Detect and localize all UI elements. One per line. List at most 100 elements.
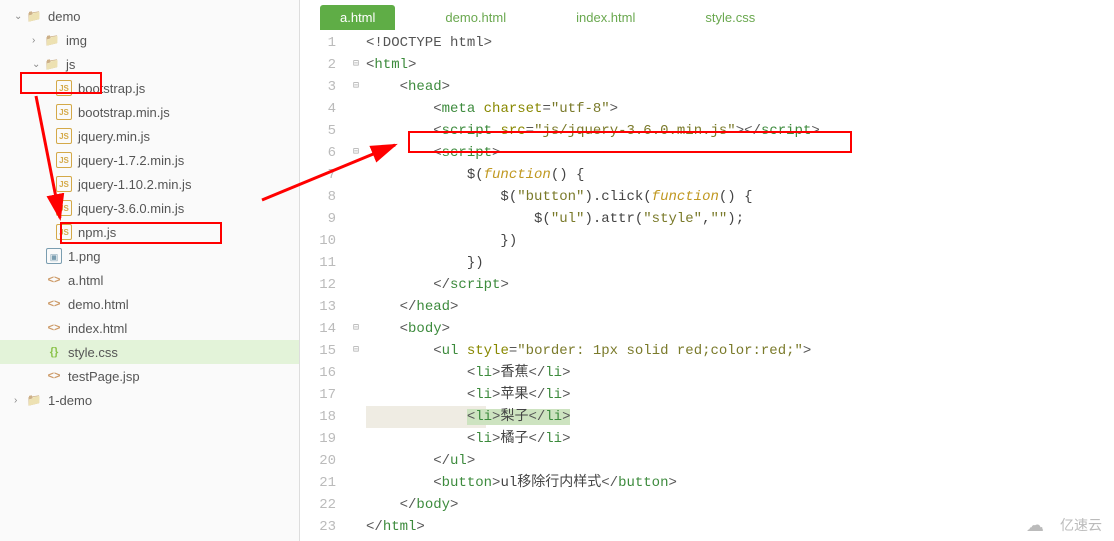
code-line-14[interactable]: <body>	[366, 318, 1114, 340]
line-number: 10	[300, 230, 336, 252]
line-number: 5	[300, 120, 336, 142]
line-number: 20	[300, 450, 336, 472]
fold-spacer	[346, 208, 366, 230]
line-number: 23	[300, 516, 336, 538]
fold-spacer	[346, 362, 366, 384]
tree-label: jquery-1.10.2.min.js	[78, 177, 191, 192]
js-icon	[56, 128, 72, 144]
code-line-1[interactable]: <!DOCTYPE html>	[366, 32, 1114, 54]
html-icon	[46, 296, 62, 312]
folder-icon	[26, 392, 42, 408]
fold-toggle-icon[interactable]: ⊟	[346, 54, 366, 76]
tree-item-bootstrap-min-js[interactable]: bootstrap.min.js	[0, 100, 299, 124]
chevron-down-icon[interactable]: ⌄	[14, 11, 24, 22]
code-line-10[interactable]: })	[366, 230, 1114, 252]
code-line-17[interactable]: <li>苹果</li>	[366, 384, 1114, 406]
fold-spacer	[346, 274, 366, 296]
line-number: 8	[300, 186, 336, 208]
tree-item-1-png[interactable]: 1.png	[0, 244, 299, 268]
line-number: 4	[300, 98, 336, 120]
code-line-18[interactable]: <li>梨子</li>	[366, 406, 1114, 428]
line-number: 22	[300, 494, 336, 516]
fold-gutter[interactable]: ⊟⊟⊟⊟⊟	[346, 30, 366, 541]
tree-label: style.css	[68, 345, 118, 360]
tree-item-js[interactable]: ⌄js	[0, 52, 299, 76]
code-line-3[interactable]: <head>	[366, 76, 1114, 98]
code-line-23[interactable]: </html>	[366, 516, 1114, 538]
fold-spacer	[346, 472, 366, 494]
line-number: 6	[300, 142, 336, 164]
code-line-20[interactable]: </ul>	[366, 450, 1114, 472]
tree-item-1-demo[interactable]: ›1-demo	[0, 388, 299, 412]
chevron-right-icon[interactable]: ›	[14, 395, 24, 406]
tree-label: testPage.jsp	[68, 369, 140, 384]
tab-index-html[interactable]: index.html	[556, 5, 655, 30]
tab-a-html[interactable]: a.html	[320, 5, 395, 30]
tree-item-style-css[interactable]: style.css	[0, 340, 299, 364]
code-line-8[interactable]: $("button").click(function() {	[366, 186, 1114, 208]
cloud-icon: ☁	[1026, 515, 1056, 535]
fold-toggle-icon[interactable]: ⊟	[346, 340, 366, 362]
tree-item-npm-js[interactable]: npm.js	[0, 220, 299, 244]
line-number: 7	[300, 164, 336, 186]
fold-spacer	[346, 164, 366, 186]
tree-label: index.html	[68, 321, 127, 336]
code-line-13[interactable]: </head>	[366, 296, 1114, 318]
code-line-2[interactable]: <html>	[366, 54, 1114, 76]
fold-spacer	[346, 186, 366, 208]
file-explorer[interactable]: ⌄demo › img ⌄jsbootstrap.jsbootstrap.min.js…	[0, 0, 300, 541]
tree-item-bootstrap-js[interactable]: bootstrap.js	[0, 76, 299, 100]
js-icon	[56, 80, 72, 96]
code-line-22[interactable]: </body>	[366, 494, 1114, 516]
js-icon	[56, 200, 72, 216]
code-line-9[interactable]: $("ul").attr("style","");	[366, 208, 1114, 230]
code-line-19[interactable]: <li>橘子</li>	[366, 428, 1114, 450]
code-line-12[interactable]: </script>	[366, 274, 1114, 296]
folder-icon	[44, 32, 60, 48]
fold-toggle-icon[interactable]: ⊟	[346, 76, 366, 98]
code-content[interactable]: <!DOCTYPE html><html> <head> <meta chars…	[366, 30, 1114, 541]
fold-spacer	[346, 494, 366, 516]
code-area[interactable]: 1234567891011121314151617181920212223 ⊟⊟…	[300, 30, 1114, 541]
img-icon	[46, 248, 62, 264]
fold-spacer	[346, 450, 366, 472]
code-line-5[interactable]: <script src="js/jquery-3.6.0.min.js"></s…	[366, 120, 1114, 142]
html-icon	[46, 368, 62, 384]
tree-item-testPage-jsp[interactable]: testPage.jsp	[0, 364, 299, 388]
fold-toggle-icon[interactable]: ⊟	[346, 142, 366, 164]
tab-style-css[interactable]: style.css	[685, 5, 775, 30]
code-line-4[interactable]: <meta charset="utf-8">	[366, 98, 1114, 120]
fold-spacer	[346, 296, 366, 318]
code-line-21[interactable]: <button>ul移除行内样式</button>	[366, 472, 1114, 494]
tree-item-index-html[interactable]: index.html	[0, 316, 299, 340]
chevron-down-icon[interactable]: ⌄	[32, 59, 42, 70]
code-line-16[interactable]: <li>香蕉</li>	[366, 362, 1114, 384]
watermark: ☁ 亿速云	[1026, 515, 1102, 535]
fold-spacer	[346, 428, 366, 450]
html-icon	[46, 272, 62, 288]
line-number: 11	[300, 252, 336, 274]
code-line-7[interactable]: $(function() {	[366, 164, 1114, 186]
fold-toggle-icon[interactable]: ⊟	[346, 318, 366, 340]
tree-item-a-html[interactable]: a.html	[0, 268, 299, 292]
tree-item-jquery-3-6-0-min-js[interactable]: jquery-3.6.0.min.js	[0, 196, 299, 220]
tab-demo-html[interactable]: demo.html	[425, 5, 526, 30]
line-number: 2	[300, 54, 336, 76]
fold-spacer	[346, 406, 366, 428]
tree-label: a.html	[68, 273, 103, 288]
folder-icon	[44, 56, 60, 72]
tree-item-demo-html[interactable]: demo.html	[0, 292, 299, 316]
tree-label: img	[66, 33, 87, 48]
tree-item-jquery-min-js[interactable]: jquery.min.js	[0, 124, 299, 148]
tree-item-jquery-1-7-2-min-js[interactable]: jquery-1.7.2.min.js	[0, 148, 299, 172]
line-number: 15	[300, 340, 336, 362]
tree-item-img[interactable]: › img	[0, 28, 299, 52]
tree-item-jquery-1-10-2-min-js[interactable]: jquery-1.10.2.min.js	[0, 172, 299, 196]
chevron-right-icon[interactable]: ›	[32, 35, 42, 46]
code-line-6[interactable]: <script>	[366, 142, 1114, 164]
tree-item-demo[interactable]: ⌄demo	[0, 4, 299, 28]
code-line-15[interactable]: <ul style="border: 1px solid red;color:r…	[366, 340, 1114, 362]
fold-spacer	[346, 230, 366, 252]
fold-spacer	[346, 252, 366, 274]
code-line-11[interactable]: })	[366, 252, 1114, 274]
